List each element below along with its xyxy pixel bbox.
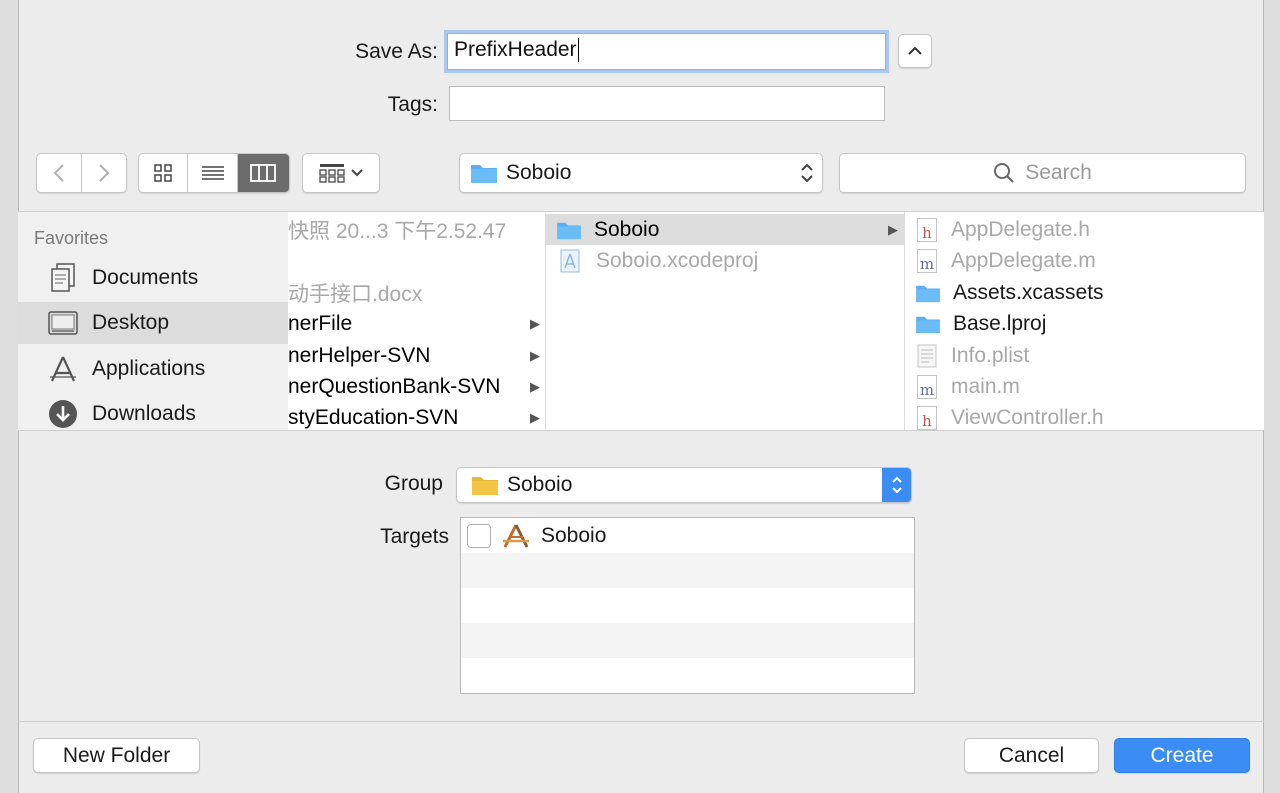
list-item[interactable]: nerHelper-SVN ▶: [288, 340, 545, 371]
list-item[interactable]: m AppDelegate.m: [917, 245, 1257, 276]
sidebar: Favorites Documents Desktop Applications…: [18, 212, 288, 430]
sidebar-item-downloads[interactable]: Downloads: [18, 393, 288, 430]
group-popup[interactable]: Soboio: [456, 467, 912, 503]
disclosure-arrow-icon: ▶: [530, 347, 540, 363]
list-item[interactable]: 动手接口.docx: [288, 277, 545, 308]
source-file-icon: m: [917, 248, 937, 273]
list-item[interactable]: nerFile ▶: [288, 308, 545, 339]
list-item[interactable]: Soboio ▶: [546, 214, 904, 245]
cancel-button[interactable]: Cancel: [964, 738, 1099, 773]
list-item[interactable]: h AppDelegate.h: [917, 214, 1257, 245]
applications-icon: [48, 354, 78, 384]
list-item[interactable]: nerQuestionBank-SVN ▶: [288, 371, 545, 402]
background-window-left: [0, 0, 18, 793]
browser-column-3: h AppDelegate.h m AppDelegate.m Assets.xca…: [905, 212, 1264, 430]
plist-file-icon: [917, 344, 937, 367]
save-as-value: PrefixHeader: [454, 38, 577, 61]
group-popup-stepper: [882, 468, 911, 502]
forward-button[interactable]: [82, 154, 127, 192]
target-checkbox[interactable]: [467, 523, 491, 548]
target-name: Soboio: [541, 523, 607, 547]
list-view-button[interactable]: [188, 154, 238, 192]
documents-icon: [48, 263, 78, 293]
group-label: Group: [384, 472, 443, 495]
sidebar-item-applications[interactable]: Applications: [18, 348, 288, 390]
table-row-empty: [461, 658, 914, 693]
group-value: Soboio: [507, 473, 573, 496]
sidebar-item-label: Documents: [92, 266, 199, 289]
sidebar-item-desktop[interactable]: Desktop: [18, 302, 288, 344]
icon-view-button[interactable]: [139, 154, 189, 192]
new-folder-button[interactable]: New Folder: [33, 738, 200, 773]
location-label: Soboio: [506, 161, 572, 184]
sidebar-item-label: Desktop: [92, 311, 170, 334]
footer-divider: [18, 721, 1264, 722]
table-row[interactable]: Soboio: [461, 518, 914, 553]
downloads-icon: [48, 399, 78, 429]
column-view-button[interactable]: [237, 154, 289, 192]
tags-field[interactable]: [449, 86, 885, 121]
column-view-icon: [250, 164, 277, 182]
folder-icon: [916, 316, 940, 333]
tags-label: Tags:: [387, 93, 438, 116]
source-file-icon: m: [917, 374, 937, 399]
browser-column-1: 快照 20...3 下午2.52.47 动手接口.docx nerFile ▶ n…: [288, 212, 545, 430]
search-placeholder: Search: [1025, 161, 1092, 184]
sidebar-item-documents[interactable]: Documents: [18, 257, 288, 299]
updown-chevron-icon: [891, 476, 902, 494]
list-item[interactable]: h ViewController.h: [917, 402, 1257, 430]
targets-list: Soboio: [460, 517, 915, 694]
folder-icon: [916, 285, 940, 302]
search-icon: [994, 163, 1014, 183]
save-as-label: Save As:: [355, 40, 438, 63]
updown-chevron-icon: [801, 163, 813, 183]
list-item[interactable]: 快照 20...3 下午2.52.47: [288, 214, 545, 245]
browser-column-2: Soboio ▶ Soboio.xcodeproj: [546, 212, 904, 430]
expand-toggle-button[interactable]: [898, 34, 932, 68]
list-item[interactable]: Soboio.xcodeproj: [546, 245, 904, 276]
disclosure-arrow-icon: ▶: [888, 221, 898, 237]
xcodeproj-icon: [560, 249, 580, 272]
chevron-up-icon: [908, 46, 922, 55]
text-caret: [577, 38, 579, 63]
search-field[interactable]: Search: [839, 153, 1246, 193]
nav-back-forward: [36, 153, 127, 193]
sidebar-item-label: Applications: [92, 357, 206, 380]
targets-label: Targets: [380, 525, 449, 548]
list-item[interactable]: Info.plist: [917, 340, 1257, 371]
disclosure-arrow-icon: ▶: [530, 315, 540, 331]
folder-icon: [472, 477, 498, 495]
list-view-icon: [201, 166, 224, 180]
list-item[interactable]: Base.lproj ▶: [915, 308, 1264, 339]
icon-view-icon: [154, 164, 172, 182]
table-row-empty: [461, 553, 914, 588]
header-file-icon: h: [917, 405, 937, 430]
sidebar-item-label: Downloads: [92, 402, 196, 425]
table-row-empty: [461, 623, 914, 658]
view-mode-switcher: [138, 153, 290, 193]
file-browser: Favorites Documents Desktop Applications…: [18, 211, 1264, 431]
folder-icon: [471, 165, 497, 183]
arrange-grid-icon: [319, 164, 345, 183]
folder-icon: [557, 222, 581, 239]
desktop-icon: [48, 308, 78, 338]
sidebar-section-title: Favorites: [34, 228, 109, 248]
list-item[interactable]: styEducation-SVN ▶: [288, 402, 545, 430]
arrange-menu-button[interactable]: [302, 153, 380, 193]
background-window-right: [1264, 0, 1280, 793]
save-as-field[interactable]: PrefixHeader: [447, 33, 886, 70]
disclosure-arrow-icon: ▶: [530, 378, 540, 394]
disclosure-arrow-icon: ▶: [530, 409, 540, 425]
location-popup[interactable]: Soboio: [459, 153, 823, 193]
back-button[interactable]: [37, 154, 82, 192]
list-item[interactable]: Assets.xcassets ▶: [915, 277, 1264, 308]
table-row-empty: [461, 588, 914, 623]
chevron-down-icon: [351, 169, 363, 177]
chevron-left-icon: [53, 164, 64, 182]
app-target-icon: [503, 523, 529, 548]
create-button[interactable]: Create: [1114, 738, 1250, 773]
chevron-right-icon: [99, 164, 110, 182]
header-file-icon: h: [917, 217, 937, 242]
list-item[interactable]: m main.m: [917, 371, 1257, 402]
